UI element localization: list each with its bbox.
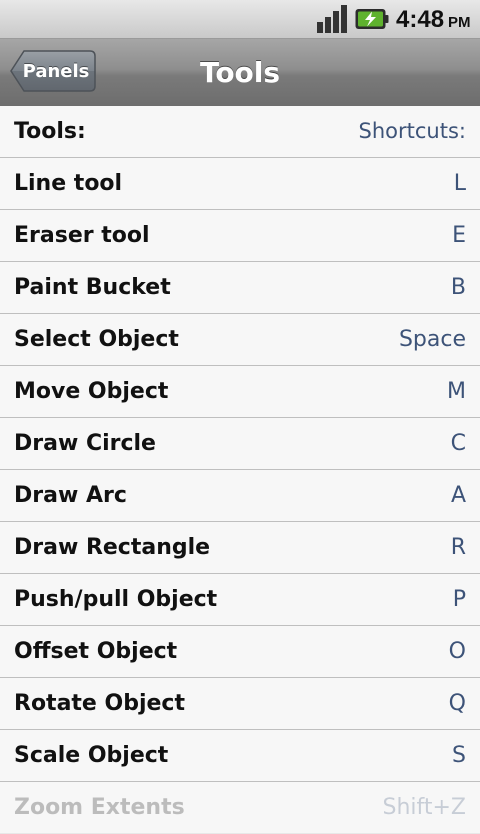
list-item[interactable]: Scale Object S bbox=[0, 730, 480, 782]
clock: 4:48 PM bbox=[396, 6, 471, 34]
tool-name: Draw Rectangle bbox=[14, 535, 211, 560]
tool-name: Zoom Extents bbox=[14, 795, 185, 820]
tool-shortcut: S bbox=[452, 743, 466, 768]
tool-shortcut: B bbox=[450, 275, 466, 300]
list-item[interactable]: Draw Rectangle R bbox=[0, 522, 480, 574]
list-item[interactable]: Rotate Object Q bbox=[0, 678, 480, 730]
back-button-label: Panels bbox=[22, 60, 90, 82]
tool-shortcut: M bbox=[447, 379, 466, 404]
tool-name: Paint Bucket bbox=[14, 275, 171, 300]
tool-shortcut: R bbox=[450, 535, 466, 560]
tool-name: Offset Object bbox=[14, 639, 178, 664]
list-item[interactable]: Draw Arc A bbox=[0, 470, 480, 522]
battery-charging-icon bbox=[355, 9, 389, 29]
status-bar: 4:48 PM bbox=[0, 0, 480, 39]
tool-name: Move Object bbox=[14, 379, 169, 404]
tool-name: Select Object bbox=[14, 327, 179, 352]
tool-shortcut: P bbox=[452, 587, 466, 612]
tool-name: Eraser tool bbox=[14, 223, 150, 248]
clock-time: 4:48 bbox=[396, 6, 445, 33]
tool-shortcut: C bbox=[450, 431, 466, 456]
signal-bars-icon bbox=[317, 5, 347, 33]
list-item[interactable]: Zoom Extents Shift+Z bbox=[0, 782, 480, 834]
list-item[interactable]: Eraser tool E bbox=[0, 210, 480, 262]
back-button[interactable]: Panels bbox=[10, 50, 96, 92]
tool-shortcut: Shift+Z bbox=[382, 795, 466, 820]
tool-shortcut: L bbox=[453, 171, 466, 196]
list-item[interactable]: Offset Object O bbox=[0, 626, 480, 678]
list-item[interactable]: Paint Bucket B bbox=[0, 262, 480, 314]
tool-name: Line tool bbox=[14, 171, 123, 196]
tool-name: Draw Arc bbox=[14, 483, 127, 508]
tool-name: Draw Circle bbox=[14, 431, 156, 456]
list-item[interactable]: Move Object M bbox=[0, 366, 480, 418]
list-item[interactable]: Select Object Space bbox=[0, 314, 480, 366]
list-item[interactable]: Push/pull Object P bbox=[0, 574, 480, 626]
clock-ampm: PM bbox=[448, 14, 471, 31]
list-item[interactable]: Draw Circle C bbox=[0, 418, 480, 470]
tools-list: Tools: Shortcuts: Line tool L Eraser too… bbox=[0, 106, 480, 834]
tool-shortcut: E bbox=[452, 223, 466, 248]
header-tools-label: Tools: bbox=[14, 119, 86, 144]
tool-shortcut: Space bbox=[398, 327, 466, 352]
tool-name: Push/pull Object bbox=[14, 587, 218, 612]
tool-shortcut: Q bbox=[448, 691, 466, 716]
tool-shortcut: O bbox=[448, 639, 466, 664]
tool-name: Rotate Object bbox=[14, 691, 185, 716]
header-shortcuts-label: Shortcuts: bbox=[358, 119, 466, 143]
tool-name: Scale Object bbox=[14, 743, 169, 768]
title-bar: Tools Panels bbox=[0, 39, 480, 107]
tool-shortcut: A bbox=[450, 483, 466, 508]
list-header: Tools: Shortcuts: bbox=[0, 106, 480, 158]
list-item[interactable]: Line tool L bbox=[0, 158, 480, 210]
